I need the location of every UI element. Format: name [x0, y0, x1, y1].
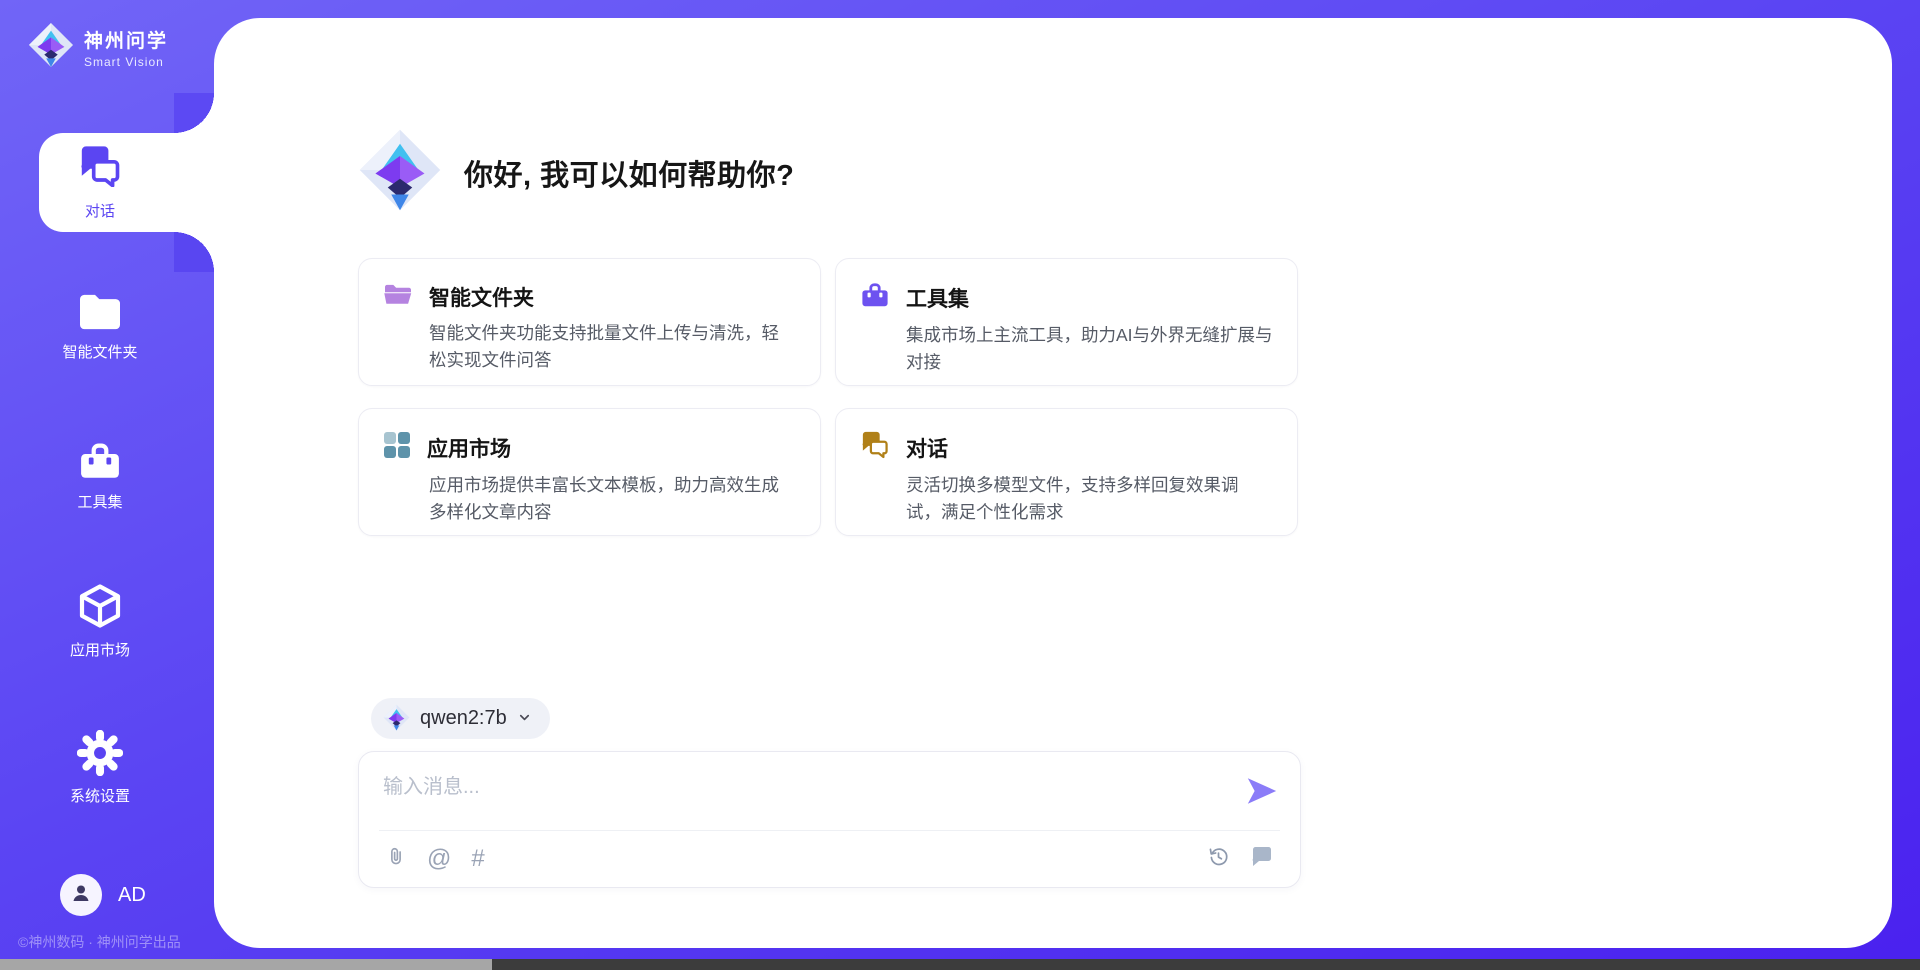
card-description: 应用市场提供丰富长文本模板，助力高效生成多样化文章内容 — [429, 472, 796, 526]
mention-button[interactable]: @ — [427, 847, 451, 871]
horizontal-scrollbar[interactable] — [0, 959, 1920, 970]
attach-file-button[interactable] — [385, 845, 407, 874]
card-chat[interactable]: 对话 灵活切换多模型文件，支持多样回复效果调试，满足个性化需求 — [835, 408, 1298, 536]
brand-logo-diamond-icon — [28, 22, 74, 73]
card-description: 智能文件夹功能支持批量文件上传与清洗，轻松实现文件问答 — [429, 320, 796, 374]
greeting: 你好, 我可以如何帮助你? — [358, 128, 794, 217]
model-diamond-icon — [383, 704, 410, 734]
card-title: 对话 — [906, 433, 948, 463]
sidebar-item-label: 工具集 — [77, 495, 122, 510]
send-button[interactable] — [1244, 774, 1280, 810]
feedback-button[interactable] — [1250, 846, 1274, 873]
copyright-footer: ©神州数码 · 神州问学出品 — [18, 932, 208, 952]
sidebar-item-label: 应用市场 — [70, 643, 130, 658]
card-toolset[interactable]: 工具集 集成市场上主流工具，助力AI与外界无缝扩展与对接 — [835, 258, 1298, 386]
chat-icon — [77, 145, 123, 192]
sidebar-item-chat[interactable]: 对话 — [39, 133, 214, 232]
scrollbar-thumb[interactable] — [0, 959, 492, 970]
hash-icon: # — [471, 845, 484, 872]
sidebar-item-label: 智能文件夹 — [62, 345, 137, 360]
chat-bubbles-icon — [860, 431, 890, 464]
user-name: AD — [118, 884, 146, 907]
history-icon — [1207, 847, 1230, 874]
topic-button[interactable]: # — [471, 847, 484, 871]
send-icon — [1245, 796, 1279, 811]
avatar — [60, 874, 102, 916]
assistant-logo-diamond-icon — [358, 128, 442, 217]
briefcase-icon — [860, 281, 890, 314]
brand-name: 神州问学 — [84, 26, 168, 53]
card-description: 集成市场上主流工具，助力AI与外界无缝扩展与对接 — [906, 322, 1273, 376]
sidebar-item-settings[interactable]: 系统设置 — [0, 730, 200, 804]
brand: 神州问学 Smart Vision — [28, 22, 168, 73]
message-composer: @ # — [358, 751, 1301, 888]
sidebar-item-smart-folder[interactable]: 智能文件夹 — [0, 292, 200, 360]
sidebar: 神州问学 Smart Vision 对话 智能文件夹 — [0, 0, 214, 970]
card-description: 灵活切换多模型文件，支持多样回复效果调试，满足个性化需求 — [906, 472, 1273, 526]
card-title: 工具集 — [906, 283, 969, 313]
sidebar-item-toolset[interactable]: 工具集 — [0, 440, 200, 510]
paperclip-icon — [385, 848, 407, 875]
at-icon: @ — [427, 845, 451, 872]
card-title: 智能文件夹 — [429, 282, 534, 312]
toolbox-icon — [77, 440, 123, 486]
user-icon — [69, 881, 93, 910]
sidebar-item-app-market[interactable]: 应用市场 — [0, 582, 200, 658]
folder-open-icon — [383, 281, 413, 312]
sidebar-item-label: 系统设置 — [70, 789, 130, 804]
model-selector[interactable]: qwen2:7b — [371, 698, 550, 739]
user-profile[interactable]: AD — [60, 874, 146, 916]
chat-bubble-icon — [1250, 847, 1274, 874]
grid-icon — [383, 431, 411, 464]
history-button[interactable] — [1207, 845, 1230, 873]
gear-icon — [77, 730, 123, 780]
brand-subtitle: Smart Vision — [84, 55, 168, 69]
greeting-text: 你好, 我可以如何帮助你? — [464, 152, 794, 194]
card-title: 应用市场 — [427, 433, 511, 463]
message-input[interactable] — [383, 770, 1233, 820]
model-name: qwen2:7b — [420, 707, 507, 730]
card-smart-folder[interactable]: 智能文件夹 智能文件夹功能支持批量文件上传与清洗，轻松实现文件问答 — [358, 258, 821, 386]
sidebar-item-label: 对话 — [85, 200, 115, 221]
feature-cards: 智能文件夹 智能文件夹功能支持批量文件上传与清洗，轻松实现文件问答 工具集 集成… — [358, 258, 1303, 536]
folder-icon — [77, 292, 123, 336]
cube-icon — [76, 582, 124, 634]
chevron-down-icon — [517, 710, 532, 728]
card-app-market[interactable]: 应用市场 应用市场提供丰富长文本模板，助力高效生成多样化文章内容 — [358, 408, 821, 536]
